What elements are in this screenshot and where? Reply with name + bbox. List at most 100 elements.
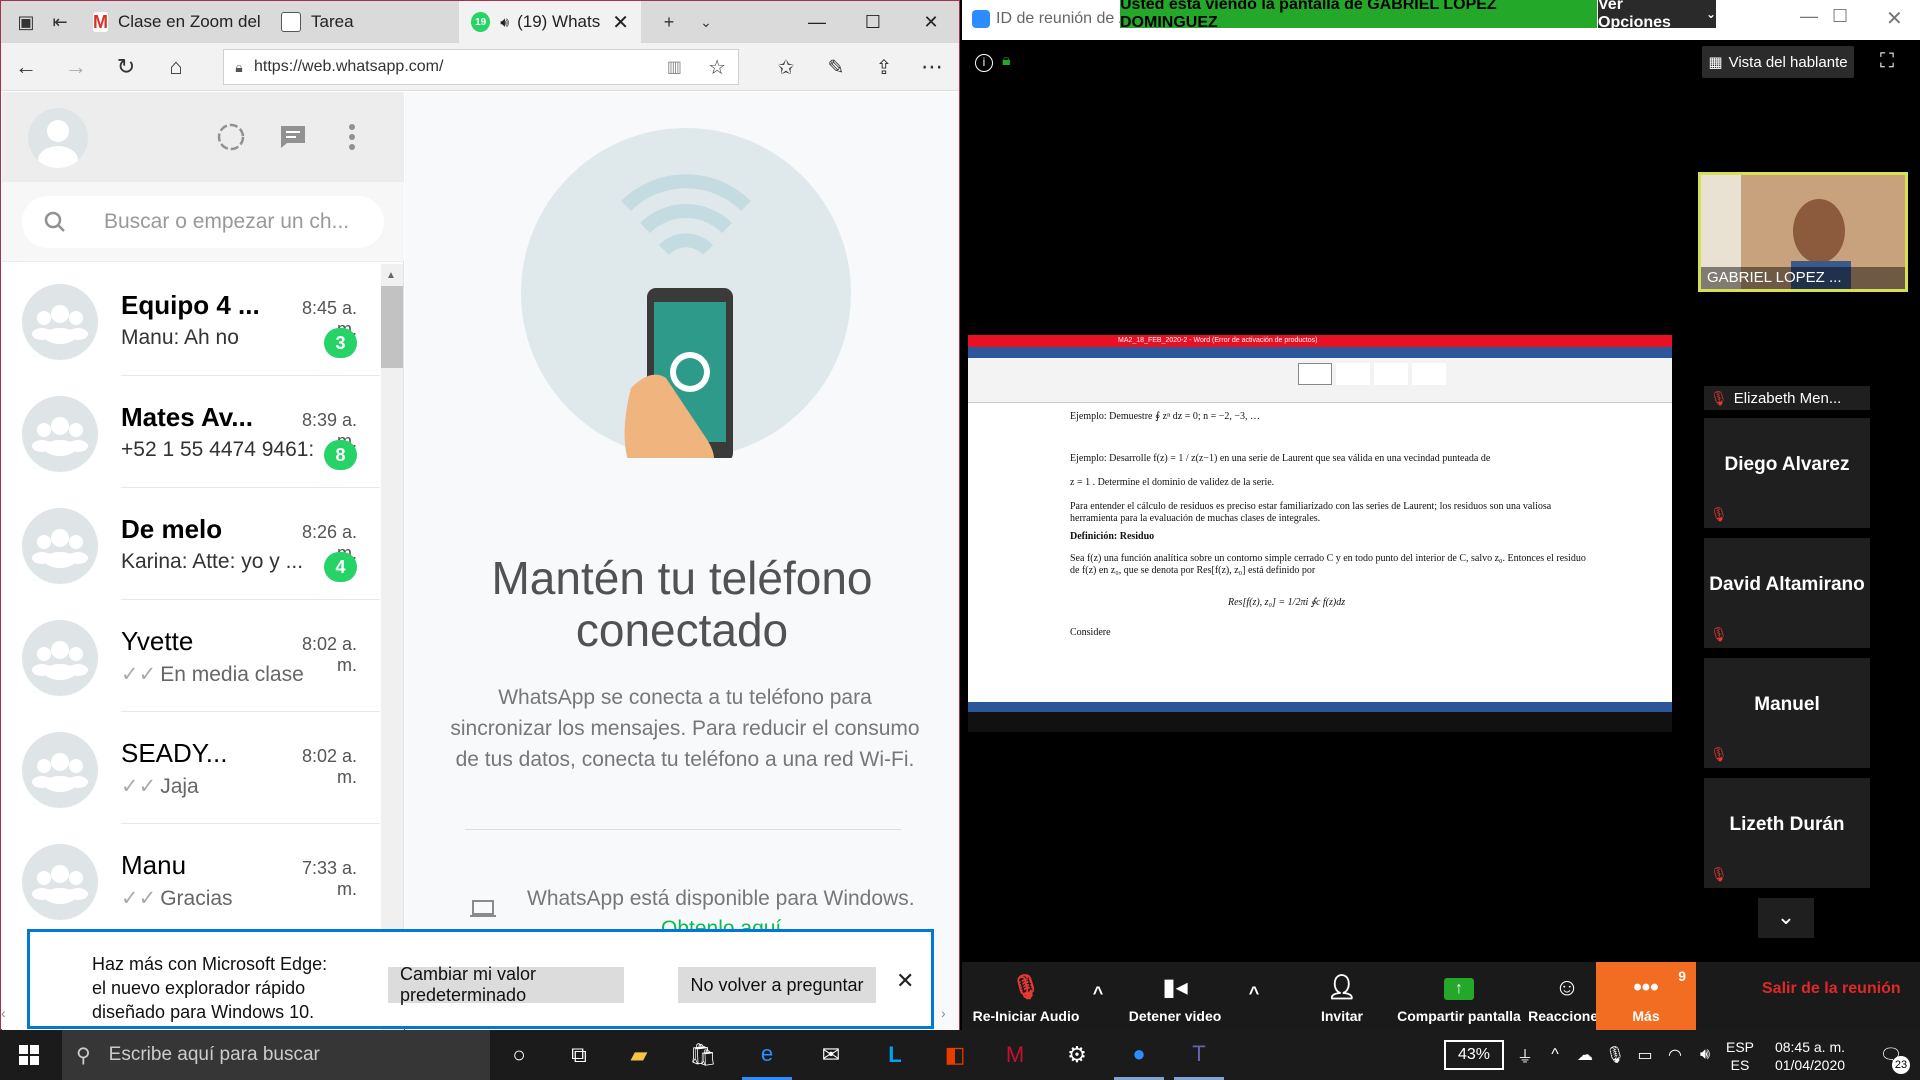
chat-message: +52 1 55 4474 9461: — [121, 438, 315, 461]
muted-mic-icon: 🎙︎ — [1710, 626, 1728, 642]
chat-list-item[interactable]: De melo8:26 a. m.Karina: Atte: yo y ...4 — [2, 488, 380, 600]
info-icon[interactable]: i — [975, 54, 993, 72]
chat-list-item[interactable]: Mates Av...8:39 a. m.+52 1 55 4474 9461:… — [2, 376, 380, 488]
chat-name: Manu — [121, 850, 187, 880]
double-check-icon: ✓✓ — [121, 775, 157, 798]
avatar[interactable] — [28, 108, 88, 168]
clock[interactable]: 08:45 a. m. 01/04/2020 — [1762, 1038, 1858, 1074]
close-window-icon[interactable]: ✕ — [1886, 6, 1903, 31]
scroll-up-icon[interactable]: ▲ — [386, 270, 396, 281]
restart-audio-button[interactable]: 🎙︎ Re-Iniciar Audio — [968, 962, 1084, 1030]
group-avatar-icon — [22, 732, 98, 808]
chat-preview: ✓✓ Gracias — [121, 886, 321, 911]
status-icon[interactable] — [216, 122, 246, 152]
start-windows-icon[interactable] — [4, 1030, 54, 1080]
participant-diego[interactable]: Diego Alvarez 🎙︎ — [1704, 418, 1870, 528]
zoom-app-icon[interactable]: ● — [1114, 1030, 1164, 1080]
share-icon[interactable]: ⇪ — [859, 43, 909, 91]
participant-manuel[interactable]: Manuel 🎙︎ — [1704, 658, 1870, 768]
intro-title: Mantén tu teléfono conectado — [491, 552, 873, 656]
lock-icon[interactable]: 🔒︎ — [1002, 52, 1018, 72]
home-icon[interactable]: ⌂ — [151, 43, 201, 91]
store-icon[interactable]: 🛍︎ — [678, 1030, 728, 1080]
notification-count: 23 — [1892, 1056, 1910, 1074]
tab-tarea[interactable]: Tarea — [269, 1, 455, 43]
group-avatar-icon — [22, 396, 98, 472]
minimize-icon[interactable]: — — [789, 1, 845, 43]
settings-gear-icon[interactable]: ⚙ — [1052, 1030, 1102, 1080]
more-icon[interactable]: ⋯ — [907, 43, 957, 91]
search-input[interactable]: Buscar o empezar un ch... — [22, 196, 384, 248]
minimize-icon[interactable]: — — [1800, 6, 1818, 27]
invite-button[interactable]: 👤︎ Invitar — [1302, 962, 1382, 1030]
scroll-thumb[interactable] — [381, 286, 403, 368]
view-options-label: Ver Opciones — [1598, 0, 1671, 31]
scroll-right-icon[interactable]: › — [941, 1005, 955, 1029]
mcafee-icon[interactable]: M — [990, 1030, 1040, 1080]
tab-zoom-class[interactable]: M Clase en Zoom del — [81, 1, 267, 43]
more-button[interactable]: ••• Más 9 — [1596, 962, 1696, 1030]
cortana-icon[interactable]: ○ — [494, 1030, 544, 1080]
speaker-view-button[interactable]: ▦ Vista del hablante — [1702, 46, 1854, 78]
muted-mic-icon: 🎙︎ — [1710, 506, 1728, 522]
fullscreen-icon[interactable]: ⛶ — [1880, 50, 1894, 73]
view-options-button[interactable]: Ver Opciones ⌄ — [1598, 0, 1716, 31]
chat-name: Equipo 4 ... — [121, 290, 260, 320]
url-text: https://web.whatsapp.com/ — [254, 58, 444, 75]
close-window-icon[interactable]: ✕ — [903, 1, 959, 43]
audio-options-chevron-icon[interactable]: ^ — [1086, 962, 1110, 1030]
participant-lizeth[interactable]: Lizeth Durán 🎙︎ — [1704, 778, 1870, 888]
maximize-icon[interactable]: ☐ — [845, 1, 901, 43]
scroll-left-icon[interactable]: ‹ — [1, 1005, 15, 1029]
favorite-star-icon[interactable]: ☆ — [708, 55, 726, 80]
viewing-share-banner: Usted está viendo la pantalla de GABRIEL… — [1120, 0, 1597, 31]
notification-icon[interactable]: 🗨︎ 23 — [1866, 1030, 1916, 1080]
pen-icon[interactable]: ✎ — [811, 43, 861, 91]
menu-icon[interactable] — [342, 120, 362, 154]
task-view-icon[interactable]: ⧉ — [554, 1030, 604, 1080]
language-indicator[interactable]: ESP ES — [1720, 1038, 1760, 1074]
chevron-down-icon[interactable]: ⌄ — [1758, 898, 1814, 938]
laptop-icon — [469, 899, 497, 919]
muted-mic-icon: 🎙︎ — [1710, 746, 1728, 762]
change-default-button[interactable]: Cambiar mi valor predeterminado — [388, 964, 624, 1005]
taskbar-search[interactable]: ⚲ Escribe aquí para buscar — [62, 1030, 490, 1080]
refresh-icon[interactable]: ↻ — [101, 43, 151, 91]
favorites-icon[interactable]: ✩ — [761, 43, 811, 91]
leave-meeting-button[interactable]: Salir de la reunión — [1762, 980, 1901, 998]
chat-list-item[interactable]: Manu 7:33 a. m. ✓✓ Gracias — [2, 824, 380, 936]
clock-time: 08:45 a. m. — [1774, 1039, 1846, 1055]
back-icon[interactable]: ← — [1, 43, 51, 91]
maximize-icon[interactable]: ☐ — [1832, 6, 1848, 27]
close-icon[interactable]: ✕ — [896, 968, 914, 994]
mail-icon[interactable]: ✉ — [806, 1030, 856, 1080]
speaker-video[interactable]: GABRIEL LOPEZ ... — [1698, 172, 1908, 292]
new-chat-icon[interactable] — [278, 122, 308, 152]
reading-view-icon[interactable]: ▥ — [667, 57, 682, 77]
chat-list-item[interactable]: Equipo 4 ...8:45 a. m.Manu: Ah no3 — [2, 264, 380, 376]
participant-elizabeth[interactable]: 🎙︎ Elizabeth Men... — [1704, 386, 1870, 410]
office-icon[interactable]: ◧ — [930, 1030, 980, 1080]
battery-indicator[interactable]: 43% — [1444, 1040, 1504, 1070]
edge-window: ▣ ⇤ M Clase en Zoom del Tarea 19 🔊︎ (19)… — [0, 0, 960, 1031]
participant-david[interactable]: David Altamirano 🎙︎ — [1704, 538, 1870, 648]
tab-whatsapp[interactable]: 19 🔊︎ (19) Whats ✕ — [459, 1, 641, 43]
tab-list-chevron-icon[interactable]: ⌄ — [681, 1, 731, 43]
search-icon — [44, 211, 65, 232]
file-explorer-icon[interactable]: ▰ — [614, 1030, 664, 1080]
address-bar[interactable]: 🔒︎ https://web.whatsapp.com/ ▥ ☆ — [223, 49, 739, 85]
video-options-chevron-icon[interactable]: ^ — [1242, 962, 1266, 1030]
teams-icon[interactable]: T — [1174, 1030, 1224, 1080]
app-l-icon[interactable]: L — [870, 1030, 920, 1080]
back-tabs-icon[interactable]: ⇤ — [35, 1, 85, 43]
edge-icon[interactable]: e — [742, 1030, 792, 1080]
scrollbar[interactable]: ▲ — [381, 264, 403, 1031]
stop-video-button[interactable]: ▮◂ Detener video — [1110, 962, 1240, 1030]
dont-ask-again-button[interactable]: No volver a preguntar — [678, 967, 876, 1003]
close-tab-icon[interactable]: ✕ — [612, 10, 629, 35]
speaker-icon[interactable]: 🔊︎ — [500, 14, 509, 31]
forward-icon[interactable]: → — [51, 43, 101, 91]
video-label: Detener video — [1128, 1008, 1222, 1024]
chat-list-item[interactable]: SEADY... 8:02 a. m. ✓✓ Jaja — [2, 712, 380, 824]
chat-list-item[interactable]: Yvette 8:02 a. m. ✓✓ En media clase — [2, 600, 380, 712]
